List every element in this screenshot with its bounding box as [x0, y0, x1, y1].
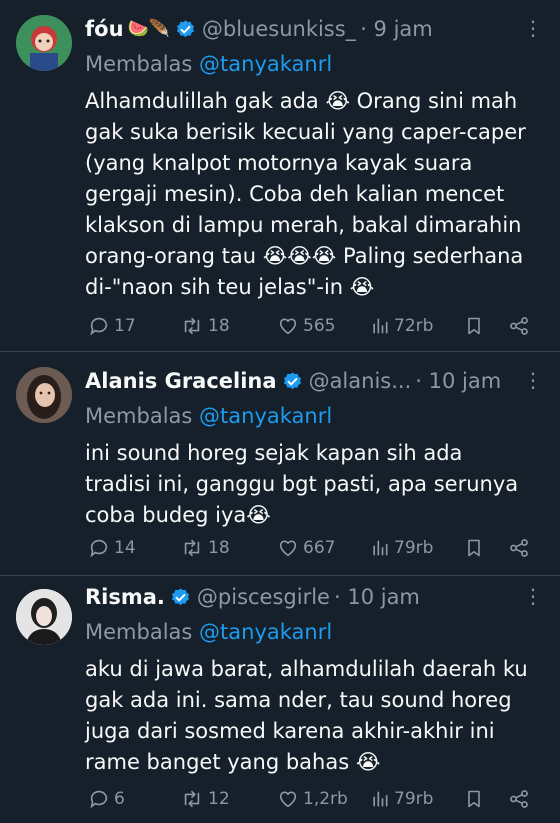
bookmark-button[interactable] — [464, 537, 488, 559]
share-button[interactable] — [508, 537, 534, 559]
views-button[interactable]: 72rb — [370, 315, 433, 337]
heart-icon — [279, 318, 297, 335]
tweet[interactable]: fóu 🍉🪶 @bluesunkiss_ · 9 jam ⋮ Membalas … — [0, 0, 560, 352]
tweet-actions: 17 18 565 72rb — [0, 311, 560, 341]
user-handle[interactable]: @bluesunkiss_ — [202, 17, 356, 41]
reply-icon — [90, 790, 108, 809]
reply-button[interactable]: 14 — [88, 537, 136, 559]
user-handle[interactable]: @alanis... — [309, 369, 412, 393]
repost-button[interactable]: 18 — [180, 315, 230, 337]
tweet-content: fóu 🍉🪶 @bluesunkiss_ · 9 jam ⋮ Membalas … — [85, 14, 544, 303]
view-count: 72rb — [394, 316, 434, 336]
bookmark-button[interactable] — [464, 788, 488, 810]
bookmark-icon — [468, 790, 480, 808]
tweet-content: Alanis Gracelina @alanis... · 10 jam ⋮ M… — [85, 366, 544, 531]
bookmark-icon — [468, 317, 480, 335]
repost-count: 18 — [208, 316, 230, 336]
like-button[interactable]: 667 — [277, 537, 335, 559]
more-horizontal-icon[interactable]: ⋮ — [523, 16, 544, 40]
tweet-actions: 14 18 667 79rb — [0, 533, 560, 563]
tweet-header: Alanis Gracelina @alanis... · 10 jam — [85, 366, 544, 396]
avatar[interactable] — [16, 367, 72, 423]
verified-badge-icon — [176, 19, 194, 37]
repost-count: 12 — [208, 789, 230, 809]
like-button[interactable]: 1,2rb — [277, 788, 348, 810]
reply-prefix: Membalas — [85, 404, 193, 428]
repost-button[interactable]: 18 — [180, 537, 230, 559]
reply-prefix: Membalas — [85, 620, 193, 644]
reply-mention-link[interactable]: @tanyakanrl — [199, 52, 332, 76]
like-count: 667 — [303, 538, 336, 558]
reply-icon — [90, 539, 108, 558]
tweet-text: aku di jawa barat, alhamdulilah daerah k… — [85, 657, 528, 774]
reply-button[interactable]: 17 — [88, 315, 136, 337]
reply-icon — [90, 317, 108, 336]
more-horizontal-icon[interactable]: ⋮ — [523, 584, 544, 608]
repost-count: 18 — [208, 538, 230, 558]
display-name[interactable]: fóu — [85, 17, 124, 41]
share-icon — [510, 539, 528, 557]
tweet-actions: 6 12 1,2rb 79rb — [0, 784, 560, 814]
display-name[interactable]: Alanis Gracelina — [85, 369, 277, 393]
reply-context: Membalas @tanyakanrl — [85, 402, 544, 430]
more-horizontal-icon[interactable]: ⋮ — [523, 368, 544, 392]
reply-count: 14 — [114, 538, 136, 558]
avatar[interactable] — [16, 15, 72, 71]
tweet-header: Risma. @piscesgirle · 10 jam — [85, 582, 544, 612]
tweet-header: fóu 🍉🪶 @bluesunkiss_ · 9 jam — [85, 14, 544, 44]
heart-icon — [279, 791, 297, 808]
views-chart-icon — [373, 318, 388, 334]
timestamp[interactable]: · 10 jam — [415, 369, 501, 393]
user-handle[interactable]: @piscesgirle — [197, 585, 330, 609]
repost-button[interactable]: 12 — [180, 788, 230, 810]
tweet-content: Risma. @piscesgirle · 10 jam ⋮ Membalas … — [85, 582, 544, 778]
reply-count: 6 — [114, 789, 125, 809]
reply-prefix: Membalas — [85, 52, 193, 76]
repost-icon — [184, 790, 200, 808]
bookmark-icon — [468, 539, 480, 557]
views-chart-icon — [373, 540, 388, 556]
tweet[interactable]: Alanis Gracelina @alanis... · 10 jam ⋮ M… — [0, 352, 560, 576]
verified-badge-icon — [283, 371, 301, 389]
view-count: 79rb — [394, 789, 434, 809]
reply-button[interactable]: 6 — [88, 788, 125, 810]
share-icon — [510, 317, 528, 335]
views-chart-icon — [373, 791, 388, 807]
reply-count: 17 — [114, 316, 136, 336]
avatar[interactable] — [16, 589, 72, 645]
repost-icon — [184, 317, 200, 335]
share-button[interactable] — [508, 788, 534, 810]
like-button[interactable]: 565 — [277, 315, 335, 337]
tweet-text: ini sound horeg sejak kapan sih ada trad… — [85, 441, 519, 527]
timestamp[interactable]: · 9 jam — [360, 17, 433, 41]
heart-icon — [279, 540, 297, 557]
like-count: 1,2rb — [303, 789, 348, 809]
share-button[interactable] — [508, 315, 534, 337]
views-button[interactable]: 79rb — [370, 537, 433, 559]
reply-context: Membalas @tanyakanrl — [85, 50, 544, 78]
tweet-text: Alhamdulillah gak ada 😭 Orang sini mah g… — [85, 89, 526, 299]
tweet[interactable]: Risma. @piscesgirle · 10 jam ⋮ Membalas … — [0, 576, 560, 823]
name-emoji: 🍉🪶 — [127, 19, 170, 39]
timestamp[interactable]: · 10 jam — [334, 585, 420, 609]
like-count: 565 — [303, 316, 336, 336]
repost-icon — [184, 539, 200, 557]
bookmark-button[interactable] — [464, 315, 488, 337]
display-name[interactable]: Risma. — [85, 585, 165, 609]
verified-badge-icon — [171, 587, 189, 605]
reply-context: Membalas @tanyakanrl — [85, 618, 544, 646]
reply-mention-link[interactable]: @tanyakanrl — [199, 620, 332, 644]
views-button[interactable]: 79rb — [370, 788, 433, 810]
view-count: 79rb — [394, 538, 434, 558]
reply-mention-link[interactable]: @tanyakanrl — [199, 404, 332, 428]
share-icon — [510, 790, 528, 808]
